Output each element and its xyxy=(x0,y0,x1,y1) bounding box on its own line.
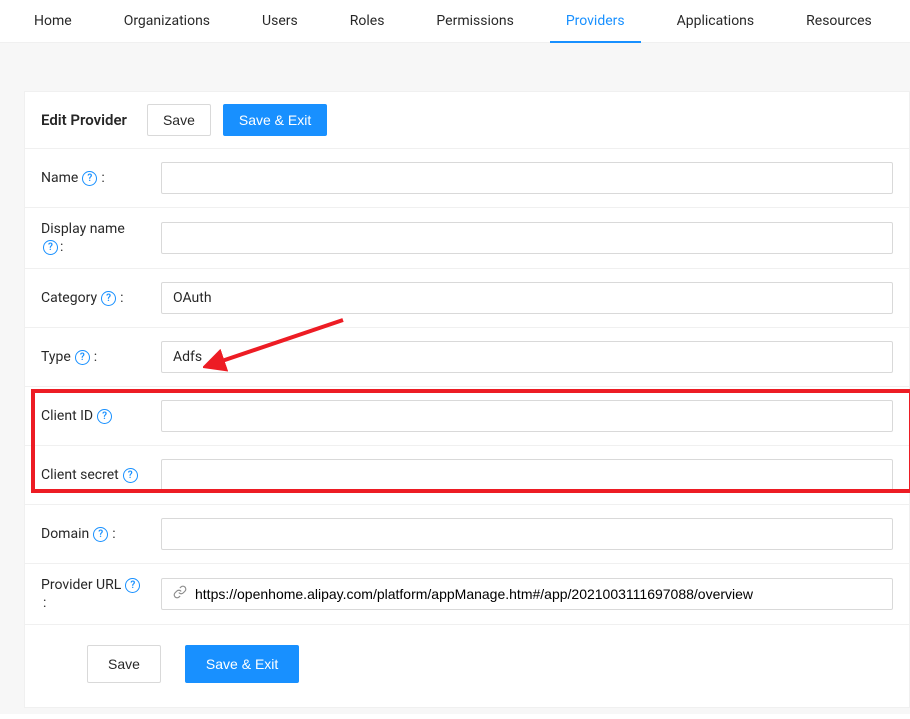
row-client-secret: Client secret ? xyxy=(25,446,909,505)
edit-provider-card: Edit Provider Save Save & Exit Name ? : … xyxy=(24,91,910,708)
nav-tab-providers[interactable]: Providers xyxy=(550,0,641,42)
row-client-id: Client ID ? xyxy=(25,387,909,446)
save-button-footer[interactable]: Save xyxy=(87,645,161,683)
help-icon[interactable]: ? xyxy=(97,409,112,424)
nav-tab-resources[interactable]: Resources xyxy=(790,0,888,42)
category-select[interactable]: OAuth xyxy=(161,282,893,314)
top-nav: Home Organizations Users Roles Permissio… xyxy=(0,0,910,43)
colon: : xyxy=(101,170,104,186)
card-header: Edit Provider Save Save & Exit xyxy=(25,92,909,149)
help-icon[interactable]: ? xyxy=(125,578,140,593)
help-icon[interactable]: ? xyxy=(101,291,116,306)
row-type: Type ? : Adfs xyxy=(25,328,909,387)
colon: : xyxy=(120,290,123,306)
row-provider-url: Provider URL ? : xyxy=(25,564,909,625)
colon: : xyxy=(112,526,115,542)
nav-tab-users[interactable]: Users xyxy=(246,0,314,42)
category-value: OAuth xyxy=(173,290,212,306)
colon: : xyxy=(43,595,46,611)
footer-actions: Save Save & Exit xyxy=(25,625,909,707)
colon: : xyxy=(60,239,63,255)
label-client-secret: Client secret xyxy=(41,467,119,483)
nav-tab-home[interactable]: Home xyxy=(18,0,88,42)
row-domain: Domain ? : xyxy=(25,505,909,564)
label-category: Category xyxy=(41,290,97,306)
label-provider-url: Provider URL xyxy=(41,577,121,593)
name-field[interactable] xyxy=(161,162,893,194)
save-exit-button-footer[interactable]: Save & Exit xyxy=(185,645,299,683)
help-icon[interactable]: ? xyxy=(82,171,97,186)
help-icon[interactable]: ? xyxy=(123,468,138,483)
save-exit-button-header[interactable]: Save & Exit xyxy=(223,104,327,136)
client-id-field[interactable] xyxy=(161,400,893,432)
display-name-field[interactable] xyxy=(161,222,893,254)
type-value: Adfs xyxy=(173,349,202,365)
help-icon[interactable]: ? xyxy=(43,240,58,255)
label-display-name: Display name xyxy=(41,221,125,237)
label-name: Name xyxy=(41,170,78,186)
help-icon[interactable]: ? xyxy=(93,527,108,542)
save-button-header[interactable]: Save xyxy=(147,104,211,136)
label-domain: Domain xyxy=(41,526,89,542)
provider-url-wrapper xyxy=(161,578,893,610)
colon: : xyxy=(94,349,97,365)
domain-field[interactable] xyxy=(161,518,893,550)
type-select[interactable]: Adfs xyxy=(161,341,893,373)
client-secret-field[interactable] xyxy=(161,459,893,491)
provider-form: Name ? : Display name ? : xyxy=(25,149,909,707)
row-display-name: Display name ? : xyxy=(25,208,909,269)
link-icon xyxy=(173,585,187,603)
nav-tab-applications[interactable]: Applications xyxy=(661,0,771,42)
nav-tab-organizations[interactable]: Organizations xyxy=(108,0,226,42)
nav-tab-permissions[interactable]: Permissions xyxy=(420,0,529,42)
help-icon[interactable]: ? xyxy=(75,350,90,365)
page-title: Edit Provider xyxy=(41,111,127,129)
label-type: Type xyxy=(41,349,71,365)
provider-url-field[interactable] xyxy=(195,579,881,609)
nav-tab-roles[interactable]: Roles xyxy=(334,0,401,42)
row-name: Name ? : xyxy=(25,149,909,208)
row-category: Category ? : OAuth xyxy=(25,269,909,328)
label-client-id: Client ID xyxy=(41,408,93,424)
